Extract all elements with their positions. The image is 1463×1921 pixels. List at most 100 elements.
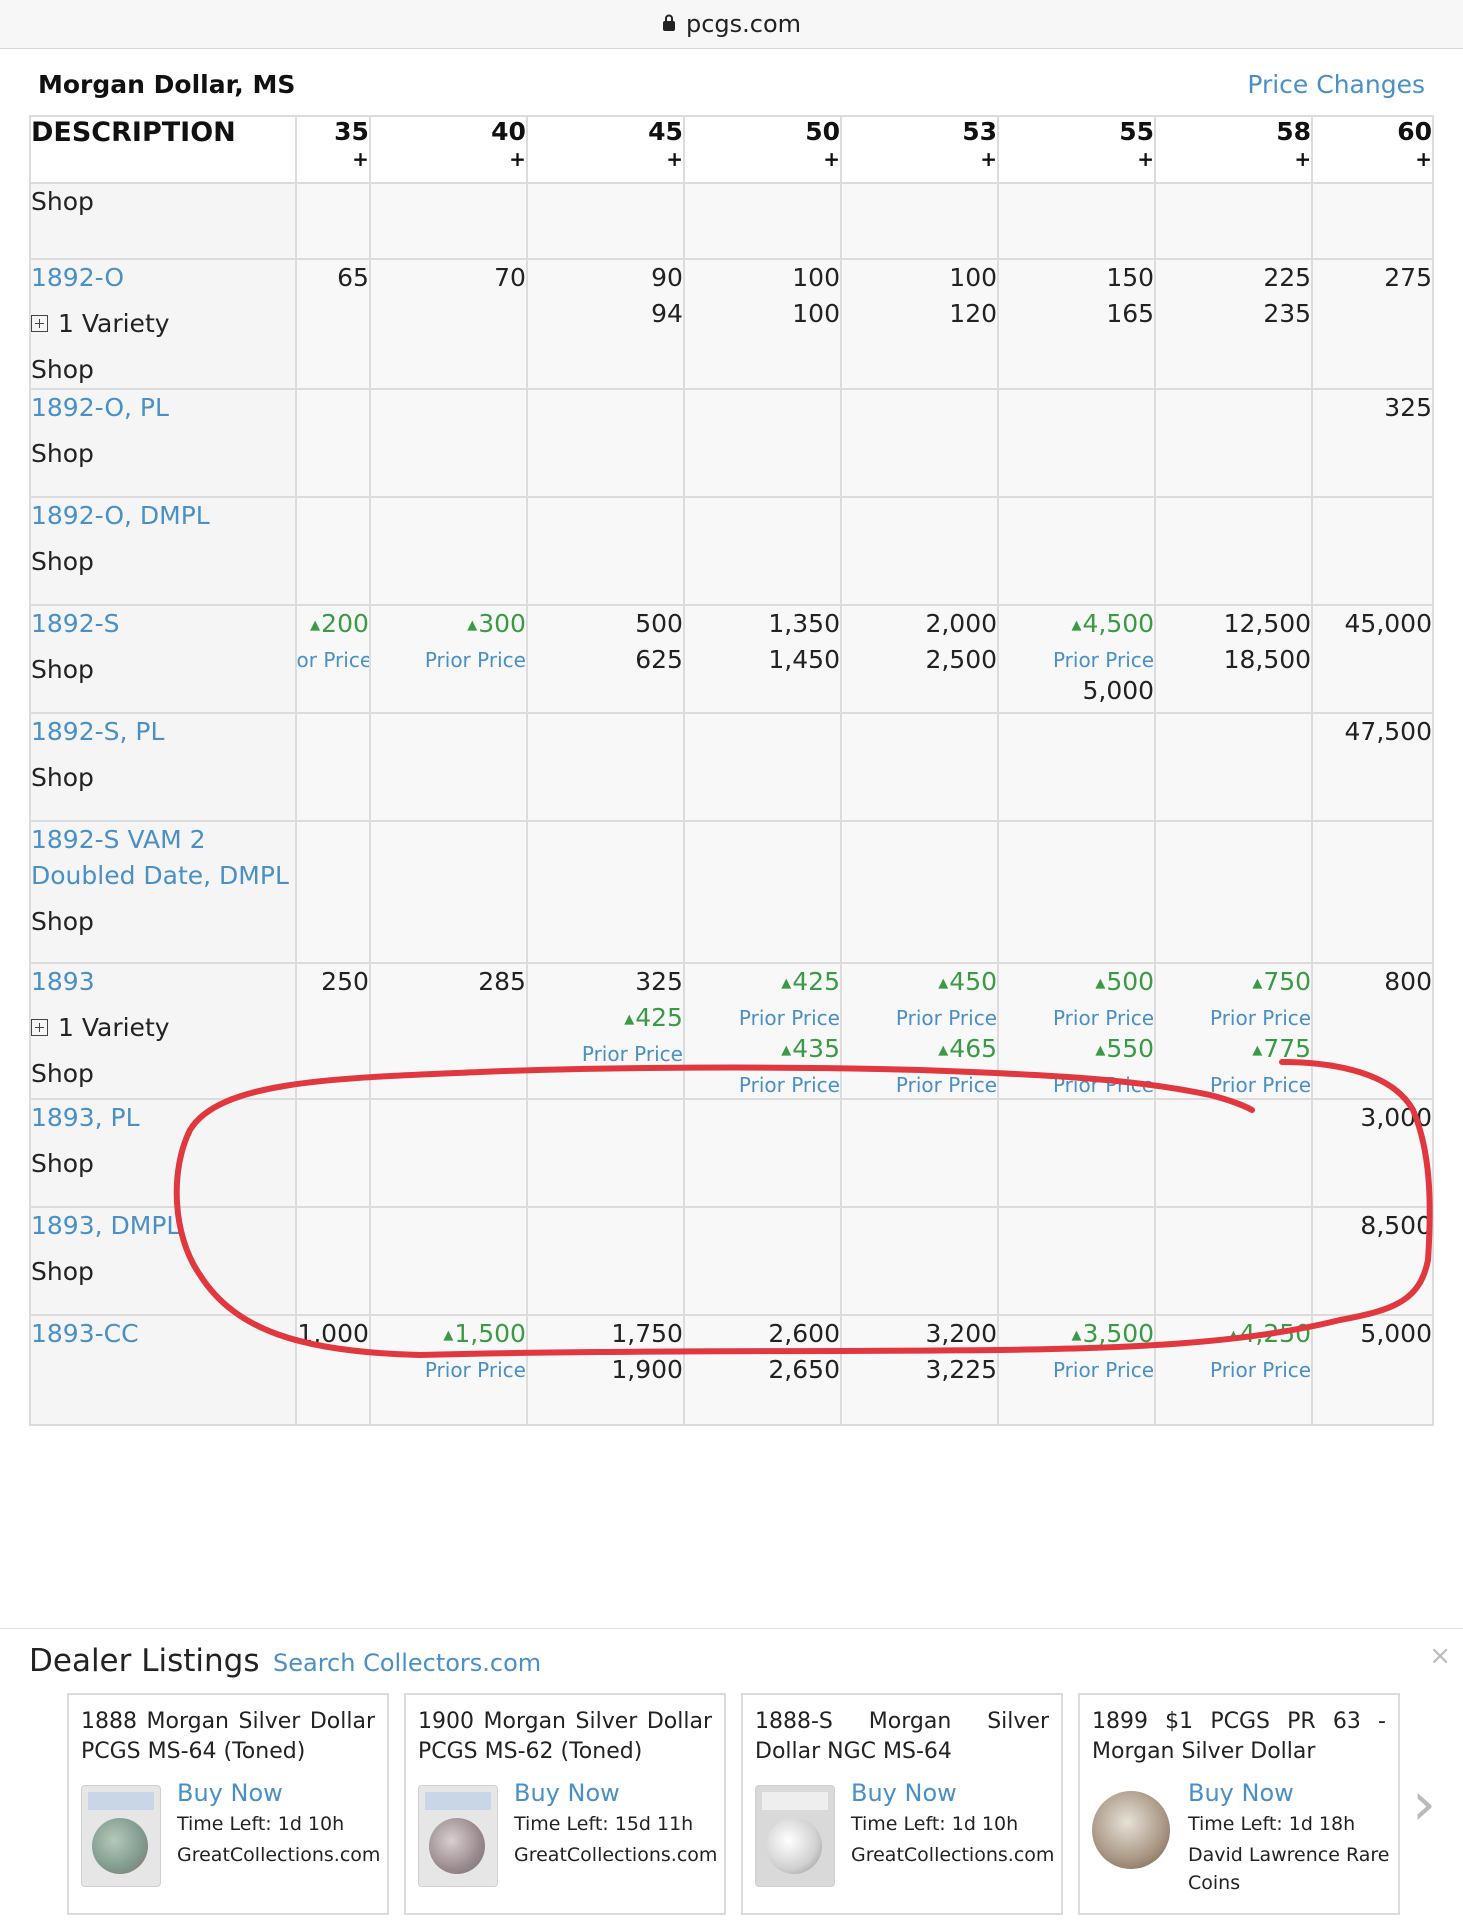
price-cell[interactable] bbox=[1154, 496, 1314, 606]
listing-title[interactable]: 1899 $1 PCGS PR 63 - Morgan Silver Dolla… bbox=[1092, 1707, 1386, 1767]
price-cell[interactable]: 500 625 bbox=[525, 604, 685, 714]
close-icon[interactable]: × bbox=[1429, 1641, 1451, 1671]
price-cell[interactable] bbox=[1154, 1098, 1314, 1208]
coin-link[interactable]: 1892-O, PL bbox=[31, 390, 295, 426]
listing-card[interactable]: 1888 Morgan Silver Dollar PCGS MS-64 (To… bbox=[67, 1693, 389, 1915]
price-cell[interactable] bbox=[525, 1206, 685, 1316]
shop-link[interactable]: Shop bbox=[31, 760, 295, 796]
price-cell[interactable] bbox=[997, 1098, 1157, 1208]
price-cell[interactable] bbox=[368, 496, 528, 606]
price-cell[interactable] bbox=[368, 1098, 528, 1208]
grade-plus[interactable]: + bbox=[685, 146, 840, 172]
price-cell[interactable] bbox=[368, 388, 528, 498]
prior-price-link[interactable]: Prior Price bbox=[685, 1072, 840, 1098]
price-cell[interactable] bbox=[682, 820, 842, 964]
price-cell[interactable] bbox=[525, 1098, 685, 1208]
price-cell[interactable] bbox=[294, 712, 371, 822]
price-cell[interactable] bbox=[1311, 496, 1434, 606]
price-cell[interactable]: 2,000 2,500 bbox=[839, 604, 1000, 714]
grade-plus[interactable]: + bbox=[371, 146, 526, 172]
next-arrow-icon[interactable]: › bbox=[1412, 1769, 1436, 1839]
shop-link[interactable]: Shop bbox=[31, 1056, 295, 1092]
prior-price-link[interactable]: Prior Price bbox=[999, 1072, 1154, 1098]
price-cell[interactable]: 1,000 bbox=[294, 1314, 371, 1426]
price-cell[interactable] bbox=[368, 820, 528, 964]
price-cell[interactable] bbox=[368, 1206, 528, 1316]
grade-plus[interactable]: + bbox=[842, 146, 997, 172]
price-cell[interactable] bbox=[997, 388, 1157, 498]
listing-title[interactable]: 1888 Morgan Silver Dollar PCGS MS-64 (To… bbox=[81, 1707, 375, 1767]
expand-icon[interactable] bbox=[31, 1018, 48, 1036]
price-cell[interactable] bbox=[682, 1098, 842, 1208]
price-cell[interactable] bbox=[1154, 712, 1314, 822]
price-cell[interactable] bbox=[839, 496, 1000, 606]
price-cell[interactable] bbox=[839, 820, 1000, 964]
shop-link[interactable]: Shop bbox=[31, 1254, 295, 1290]
price-cell[interactable] bbox=[525, 388, 685, 498]
price-cell[interactable]: 225 235 bbox=[1154, 258, 1314, 390]
price-changes-link[interactable]: Price Changes bbox=[1247, 70, 1425, 99]
coin-link[interactable]: 1892-S, PL bbox=[31, 714, 295, 750]
price-cell[interactable]: 47,500 bbox=[1311, 712, 1434, 822]
price-cell[interactable]: 450Prior Price465Prior Price bbox=[839, 962, 1000, 1100]
price-cell[interactable] bbox=[839, 1206, 1000, 1316]
price-cell[interactable]: 325 bbox=[1311, 388, 1434, 498]
price-cell[interactable]: 4,500Prior Price 5,000 bbox=[997, 604, 1157, 714]
prior-price-link[interactable]: Prior Price bbox=[528, 1041, 683, 1067]
price-cell[interactable]: 3,200 3,225 bbox=[839, 1314, 1000, 1426]
price-cell[interactable]: 325 425Prior Price bbox=[525, 962, 685, 1100]
prior-price-link[interactable]: Prior Price bbox=[999, 1357, 1154, 1383]
price-cell[interactable]: 300Prior Price bbox=[368, 604, 528, 714]
price-cell[interactable]: 285 bbox=[368, 962, 528, 1100]
url-bar[interactable]: pcgs.com bbox=[0, 0, 1463, 49]
shop-link[interactable]: Shop bbox=[31, 436, 295, 472]
price-cell[interactable]: 250 bbox=[294, 962, 371, 1100]
prior-price-link[interactable]: Prior Price bbox=[685, 1005, 840, 1031]
coin-link[interactable]: 1892-S VAM 2 Doubled Date, DMPL bbox=[31, 822, 295, 894]
listing-card[interactable]: 1900 Morgan Silver Dollar PCGS MS-62 (To… bbox=[404, 1693, 726, 1915]
price-cell[interactable] bbox=[997, 712, 1157, 822]
price-cell[interactable] bbox=[525, 712, 685, 822]
price-cell[interactable]: 500Prior Price550Prior Price bbox=[997, 962, 1157, 1100]
variety-toggle[interactable]: 1 Variety bbox=[31, 306, 295, 342]
grade-plus[interactable]: + bbox=[528, 146, 683, 172]
price-cell[interactable] bbox=[839, 1098, 1000, 1208]
price-cell[interactable] bbox=[294, 388, 371, 498]
price-cell[interactable] bbox=[997, 1206, 1157, 1316]
price-cell[interactable] bbox=[294, 1098, 371, 1208]
price-cell[interactable]: 70 bbox=[368, 258, 528, 390]
price-cell[interactable] bbox=[1154, 820, 1314, 964]
price-cell[interactable]: 3,500Prior Price bbox=[997, 1314, 1157, 1426]
shop-link[interactable]: Shop bbox=[31, 904, 295, 940]
shop-link[interactable]: Shop bbox=[31, 184, 295, 220]
price-cell[interactable]: 2,600 2,650 bbox=[682, 1314, 842, 1426]
price-cell[interactable] bbox=[997, 820, 1157, 964]
grade-plus[interactable]: + bbox=[1313, 146, 1432, 172]
price-cell[interactable]: 800 bbox=[1311, 962, 1434, 1100]
grade-plus[interactable]: + bbox=[999, 146, 1154, 172]
price-cell[interactable] bbox=[368, 182, 528, 260]
price-cell[interactable] bbox=[525, 496, 685, 606]
coin-link[interactable]: 1892-O bbox=[31, 260, 295, 296]
shop-link[interactable]: Shop bbox=[31, 652, 295, 688]
price-cell[interactable]: 1,500Prior Price bbox=[368, 1314, 528, 1426]
expand-icon[interactable] bbox=[31, 314, 48, 332]
price-cell[interactable]: 8,500 bbox=[1311, 1206, 1434, 1316]
buy-now-link[interactable]: Buy Now bbox=[851, 1779, 957, 1807]
price-cell[interactable] bbox=[1311, 820, 1434, 964]
listing-card[interactable]: 1888-S Morgan Silver Dollar NGC MS-64 Bu… bbox=[741, 1693, 1063, 1915]
shop-link[interactable]: Shop bbox=[31, 1146, 295, 1182]
price-cell[interactable] bbox=[839, 712, 1000, 822]
prior-price-link[interactable]: Prior Price bbox=[371, 1357, 526, 1383]
price-table-wrapper[interactable]: DESCRIPTION 35 +40 +45 +50 +53 +55 +58 +60 + Sho… bbox=[29, 115, 1434, 1628]
price-cell[interactable] bbox=[294, 820, 371, 964]
price-cell[interactable] bbox=[294, 1206, 371, 1316]
search-collectors-link[interactable]: Search Collectors.com bbox=[273, 1649, 541, 1677]
price-cell[interactable]: 4,250Prior Price bbox=[1154, 1314, 1314, 1426]
price-cell[interactable] bbox=[525, 182, 685, 260]
listing-card[interactable]: 1899 $1 PCGS PR 63 - Morgan Silver Dolla… bbox=[1078, 1693, 1400, 1915]
price-cell[interactable] bbox=[839, 388, 1000, 498]
price-cell[interactable] bbox=[1154, 388, 1314, 498]
price-cell[interactable]: 5,000 bbox=[1311, 1314, 1434, 1426]
buy-now-link[interactable]: Buy Now bbox=[1188, 1779, 1294, 1807]
